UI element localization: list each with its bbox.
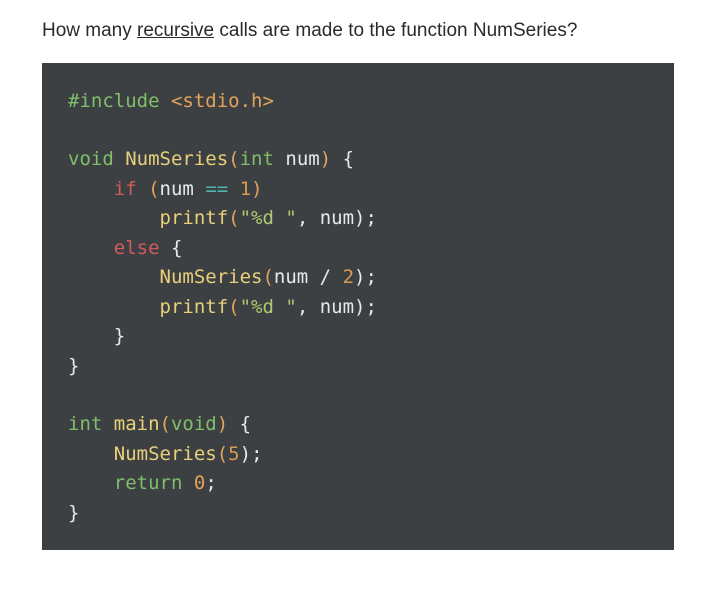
brace-open: { bbox=[331, 148, 354, 170]
code-line-13: NumSeries(5); bbox=[68, 440, 648, 469]
args-rest: , num); bbox=[297, 296, 377, 318]
question-pre: How many bbox=[42, 20, 137, 41]
code-line-12: int main(void) { bbox=[68, 410, 648, 439]
paren-open: ( bbox=[228, 207, 239, 229]
expr-numdiv: num / bbox=[274, 266, 343, 288]
header-stdio: <stdio.h> bbox=[160, 90, 274, 112]
paren-open: ( bbox=[262, 266, 273, 288]
brace-open: { bbox=[228, 413, 251, 435]
indent bbox=[68, 178, 114, 200]
space bbox=[182, 472, 193, 494]
fn-numseries-call: NumSeries bbox=[114, 443, 217, 465]
fn-main: main bbox=[102, 413, 159, 435]
code-line-7: NumSeries(num / 2); bbox=[68, 263, 648, 292]
question-underlined: recursive bbox=[137, 20, 214, 41]
indent bbox=[68, 325, 114, 347]
param-num: num bbox=[274, 148, 320, 170]
question-text: How many recursive calls are made to the… bbox=[42, 18, 674, 45]
lit-1: 1 bbox=[240, 178, 251, 200]
code-line-4: if (num == 1) bbox=[68, 175, 648, 204]
code-line-15: } bbox=[68, 499, 648, 528]
space bbox=[228, 178, 239, 200]
question-post: calls are made to the function NumSeries… bbox=[214, 20, 577, 41]
paren-close-semi: ); bbox=[240, 443, 263, 465]
code-line-5: printf("%d ", num); bbox=[68, 204, 648, 233]
page-container: How many recursive calls are made to the… bbox=[0, 0, 704, 550]
code-line-3: void NumSeries(int num) { bbox=[68, 145, 648, 174]
lit-fmt: "%d " bbox=[240, 207, 297, 229]
kw-int: int bbox=[68, 413, 102, 435]
kw-void: void bbox=[68, 148, 114, 170]
kw-return: return bbox=[114, 472, 183, 494]
code-line-8: printf("%d ", num); bbox=[68, 293, 648, 322]
brace-open: { bbox=[160, 237, 183, 259]
lit-5: 5 bbox=[228, 443, 239, 465]
semicolon: ; bbox=[205, 472, 216, 494]
indent bbox=[68, 472, 114, 494]
indent bbox=[68, 237, 114, 259]
indent bbox=[68, 207, 160, 229]
code-line-6: else { bbox=[68, 234, 648, 263]
fn-printf: printf bbox=[160, 296, 229, 318]
paren-close: ) bbox=[217, 413, 228, 435]
kw-if: if bbox=[114, 178, 137, 200]
indent bbox=[68, 443, 114, 465]
code-line-10: } bbox=[68, 352, 648, 381]
paren-open: ( bbox=[160, 413, 171, 435]
fn-numseries: NumSeries bbox=[114, 148, 228, 170]
fn-printf: printf bbox=[160, 207, 229, 229]
indent bbox=[68, 266, 160, 288]
kw-int: int bbox=[240, 148, 274, 170]
paren-open: ( bbox=[217, 443, 228, 465]
paren-open: ( bbox=[228, 296, 239, 318]
code-line-1: #include <stdio.h> bbox=[68, 87, 648, 116]
paren-close: ) bbox=[320, 148, 331, 170]
brace-close: } bbox=[68, 502, 79, 524]
brace-close: } bbox=[68, 355, 79, 377]
op-eq: == bbox=[205, 178, 228, 200]
code-line-9: } bbox=[68, 322, 648, 351]
kw-void: void bbox=[171, 413, 217, 435]
kw-else: else bbox=[114, 237, 160, 259]
lit-fmt: "%d " bbox=[240, 296, 297, 318]
code-line-2 bbox=[68, 116, 648, 145]
var-num: num bbox=[160, 178, 206, 200]
code-block: #include <stdio.h> void NumSeries(int nu… bbox=[42, 63, 674, 551]
paren-close: ) bbox=[251, 178, 262, 200]
code-line-11 bbox=[68, 381, 648, 410]
code-line-14: return 0; bbox=[68, 469, 648, 498]
lit-0: 0 bbox=[194, 472, 205, 494]
brace-close: } bbox=[114, 325, 125, 347]
paren-close-semi: ); bbox=[354, 266, 377, 288]
paren-open: ( bbox=[228, 148, 239, 170]
kw-include: #include bbox=[68, 90, 160, 112]
lit-2: 2 bbox=[343, 266, 354, 288]
indent bbox=[68, 296, 160, 318]
fn-numseries-call: NumSeries bbox=[160, 266, 263, 288]
paren-open: ( bbox=[137, 178, 160, 200]
args-rest: , num); bbox=[297, 207, 377, 229]
